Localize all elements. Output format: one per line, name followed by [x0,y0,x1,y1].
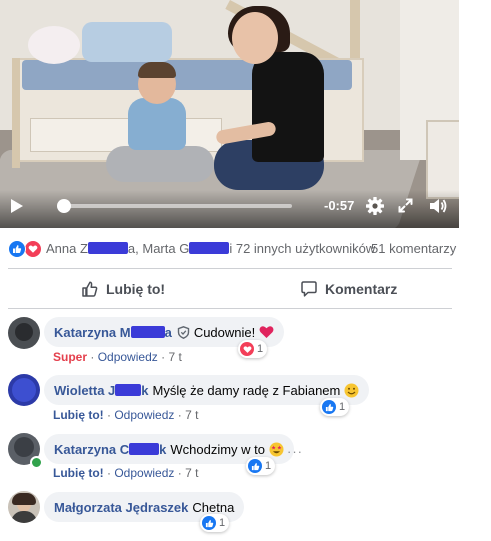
comment-author[interactable]: Wioletta J [54,383,115,398]
smiley-emoji-icon [344,383,359,397]
reaction-link[interactable]: Lubię to! [53,408,104,422]
more-options-icon[interactable]: ··· [287,444,303,459]
reaction-others[interactable]: i 72 innych użytkowników [229,241,375,256]
comment-text: Myślę że damy radę z Fabianem [152,382,341,398]
reaction-name-2[interactable]: a, Marta G [128,241,189,256]
separator: · [161,350,166,364]
volume-icon[interactable] [428,196,448,216]
play-icon[interactable] [11,199,23,213]
separator: · [177,466,182,480]
star-struck-emoji-icon [269,442,284,456]
comment-button-label: Komentarz [325,281,398,297]
reaction-count: 1 [265,460,272,472]
reaction-count: 1 [219,517,226,529]
comment-icon [301,281,317,297]
avatar[interactable] [8,374,40,406]
separator: · [90,350,95,364]
reactions-summary[interactable]: Anna Z a, Marta G i 72 innych użytkowników… [0,238,459,260]
comment-author[interactable]: Katarzyna C [54,442,129,457]
love-icon [240,342,254,356]
divider [8,308,452,309]
redaction-mark [87,242,128,254]
video-frame-child [106,146,214,182]
reaction-count: 1 [339,401,346,413]
like-icon [202,516,216,530]
video-player[interactable]: -0:57 [0,0,459,228]
video-frame-bed-right [426,120,459,199]
separator: · [107,466,111,480]
comment-text: Chetna [192,499,235,515]
like-button[interactable]: Lubię to! [81,278,165,300]
reaction-name-1[interactable]: Anna Z [46,241,88,256]
like-icon [322,400,336,414]
online-status-dot [30,456,43,469]
comment-author[interactable]: k [141,383,148,398]
reaction-link[interactable]: Super [53,350,87,364]
reply-link[interactable]: Odpowiedz [114,408,174,422]
comment-author[interactable]: k [159,442,166,457]
reaction-badge[interactable]: 1 [238,340,268,358]
comment-timestamp[interactable]: 7 t [185,408,198,422]
red-heart-icon [259,326,274,338]
separator: · [107,408,111,422]
like-icon [8,240,26,258]
video-frame-pillow [28,26,80,64]
gear-icon[interactable] [365,196,385,216]
video-frame-woman [252,52,324,162]
reaction-badge[interactable]: 1 [200,514,230,532]
comment-author[interactable]: Małgorzata Jędraszek [54,500,188,515]
divider [8,268,452,269]
comment-button[interactable]: Komentarz [300,278,397,300]
comment-text: Wchodzimy w to [170,441,266,457]
comment-text: Cudownie! [193,324,256,340]
reply-link[interactable]: Odpowiedz [98,350,158,364]
comment-timestamp[interactable]: 7 t [185,466,198,480]
redaction-mark [129,443,160,455]
thumbs-up-icon [82,281,98,297]
video-frame-pillow [82,22,172,62]
comment-author[interactable]: Katarzyna M [54,325,131,340]
top-fan-shield-icon [177,325,190,339]
separator: · [177,408,182,422]
video-frame-bedrail [12,58,20,168]
reply-link[interactable]: Odpowiedz [114,466,174,480]
comment-bubble: Wioletta J k Myślę że damy radę z Fabiane… [44,375,370,405]
comment-actions: Lubię to! · Odpowiedz · 7 t [53,408,198,422]
like-button-label: Lubię to! [106,281,166,297]
avatar[interactable] [8,491,40,523]
comments-count[interactable]: 51 komentarzy [371,241,456,256]
time-remaining: -0:57 [324,198,355,213]
reaction-names[interactable]: Anna Z a, Marta G i 72 innych użytkowników [46,241,375,256]
video-frame-child [138,62,176,78]
seek-bar[interactable] [58,204,292,208]
comment-actions: Lubię to! · Odpowiedz · 7 t [53,466,198,480]
seek-handle[interactable] [57,199,71,213]
redaction-mark [130,326,165,338]
like-icon [248,459,262,473]
comment-timestamp[interactable]: 7 t [168,350,181,364]
avatar[interactable] [8,317,40,349]
redaction-mark [189,242,230,254]
comment-actions: Super · Odpowiedz · 7 t [53,350,182,364]
reaction-badge[interactable]: 1 [320,398,350,416]
love-icon [24,240,42,258]
reaction-count: 1 [257,343,264,355]
reaction-link[interactable]: Lubię to! [53,466,104,480]
video-frame-child [128,98,186,150]
comment-author[interactable]: a [165,325,172,340]
redaction-mark [115,384,142,396]
video-frame-woman [232,12,278,64]
fullscreen-icon[interactable] [398,198,413,213]
reaction-badge[interactable]: 1 [246,457,276,475]
